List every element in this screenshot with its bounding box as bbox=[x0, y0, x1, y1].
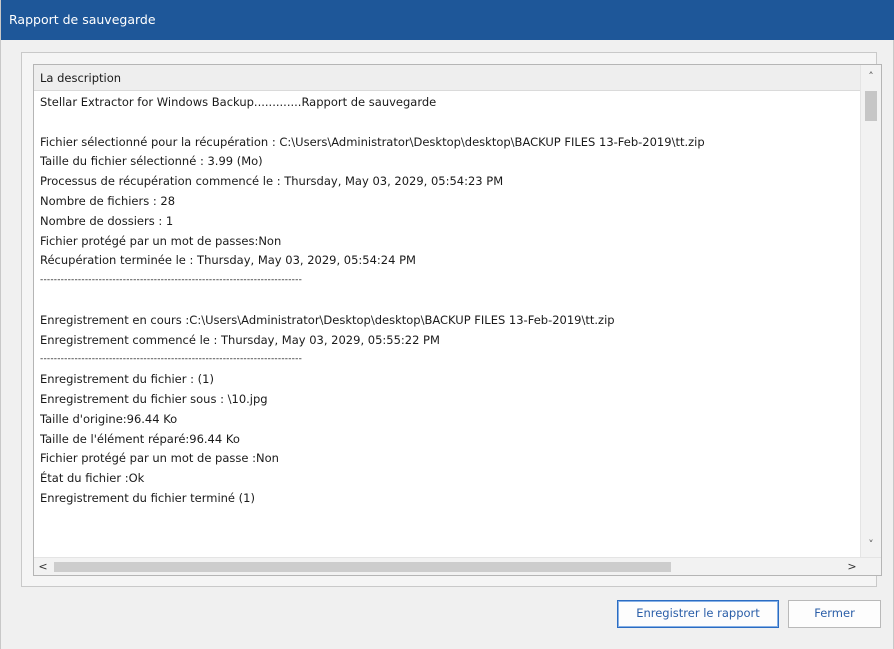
horizontal-scroll-thumb[interactable] bbox=[54, 562, 671, 572]
scroll-up-icon[interactable]: ˄ bbox=[861, 67, 881, 87]
report-line: Taille de l'élément réparé:96.44 Ko bbox=[40, 431, 240, 446]
scroll-right-icon[interactable]: > bbox=[843, 558, 861, 575]
report-dialog: Rapport de sauvegarde La description Ste… bbox=[0, 0, 894, 649]
report-line bbox=[40, 113, 856, 133]
report-line: Processus de récupération commencé le : … bbox=[40, 174, 504, 189]
report-lines: Stellar Extractor for Windows Backup....… bbox=[40, 93, 856, 561]
report-line: Stellar Extractor for Windows Backup....… bbox=[40, 95, 437, 109]
report-line: Récupération terminée le : Thursday, May… bbox=[40, 253, 416, 268]
report-line: Taille du fichier sélectionné : 3.99 (Mo… bbox=[40, 154, 263, 169]
report-line bbox=[40, 291, 856, 311]
column-header-description[interactable]: La description bbox=[34, 65, 860, 91]
report-line: Fichier protégé par un mot de passes:Non bbox=[40, 233, 282, 248]
close-button[interactable]: Fermer bbox=[788, 600, 881, 628]
vertical-scrollbar[interactable]: ˄ ˅ bbox=[860, 65, 881, 557]
scroll-down-icon[interactable]: ˅ bbox=[861, 535, 881, 555]
report-line: Taille d'origine:96.44 Ko bbox=[40, 411, 178, 426]
vertical-scroll-thumb[interactable] bbox=[865, 91, 877, 121]
report-line: Fichier sélectionné pour la récupération… bbox=[40, 134, 705, 149]
report-line: Enregistrement en cours :C:\Users\Admini… bbox=[40, 312, 615, 327]
scroll-left-icon[interactable]: < bbox=[34, 558, 52, 575]
horizontal-scrollbar[interactable]: < > bbox=[34, 557, 881, 575]
report-line: ----------------------------------------… bbox=[40, 354, 303, 365]
save-report-button[interactable]: Enregistrer le rapport bbox=[617, 600, 779, 628]
report-line: ----------------------------------------… bbox=[40, 275, 303, 286]
report-line: Nombre de dossiers : 1 bbox=[40, 213, 174, 228]
window-title: Rapport de sauvegarde bbox=[1, 0, 894, 40]
report-line: Nombre de fichiers : 28 bbox=[40, 193, 176, 208]
report-line: État du fichier :Ok bbox=[40, 471, 145, 486]
report-line: Enregistrement du fichier sous : \10.jpg bbox=[40, 391, 268, 406]
report-line: Fichier protégé par un mot de passe :Non bbox=[40, 451, 279, 466]
report-line: Enregistrement du fichier : (1) bbox=[40, 372, 214, 387]
report-list-view[interactable]: La description Stellar Extractor for Win… bbox=[33, 64, 882, 576]
report-line: Enregistrement du fichier terminé (1) bbox=[40, 490, 255, 505]
report-line: Enregistrement commencé le : Thursday, M… bbox=[40, 332, 440, 347]
